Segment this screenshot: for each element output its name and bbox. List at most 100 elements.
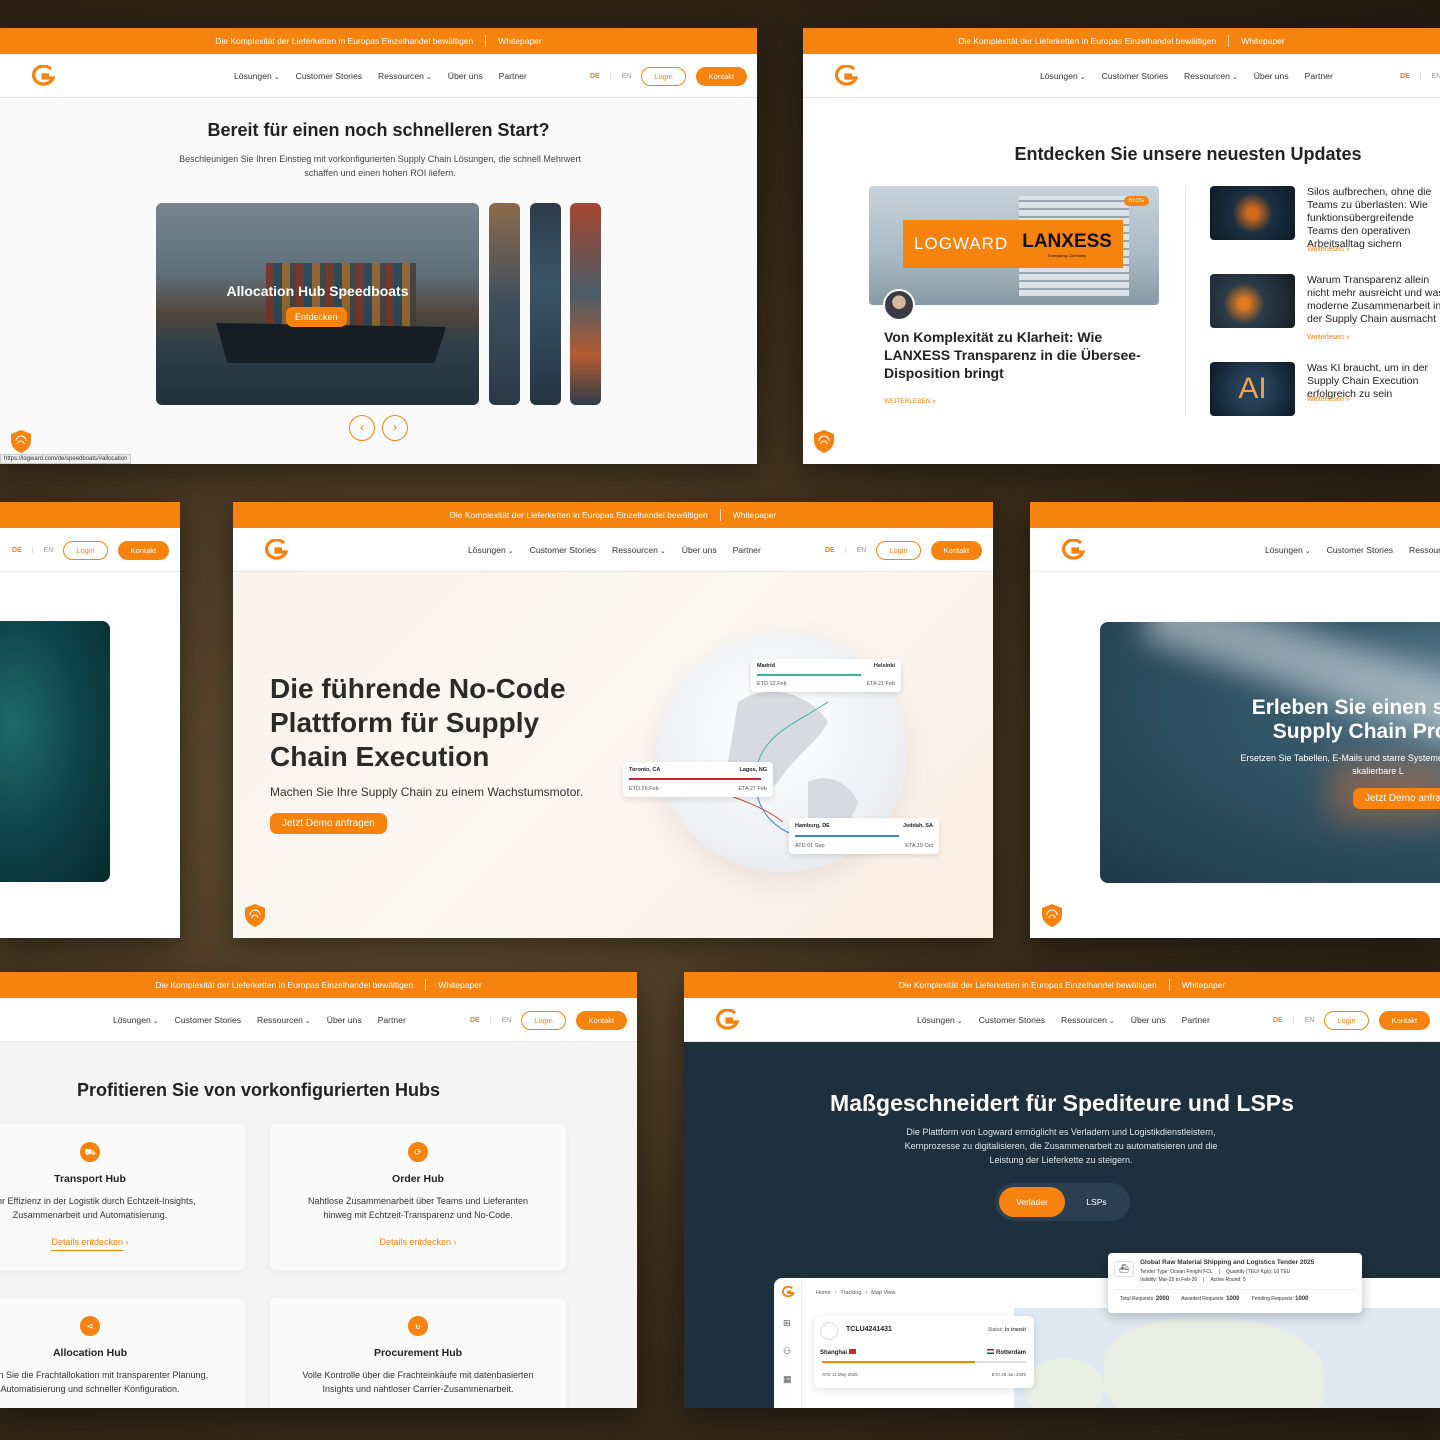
lang-en[interactable]: EN: [1305, 1017, 1315, 1024]
lang-de[interactable]: DE: [1273, 1017, 1283, 1024]
login-button[interactable]: Login: [876, 540, 921, 560]
article-read-more[interactable]: Weiterlesen »: [1307, 396, 1350, 403]
tender-card[interactable]: ⛴ Global Raw Material Shipping and Logis…: [1108, 1253, 1362, 1313]
route-card[interactable]: Toronto, CA Lagos, NG ETD 26 Feb ETA 27 …: [623, 762, 773, 797]
kontakt-button[interactable]: Kontakt: [695, 66, 748, 86]
lang-de[interactable]: DE: [590, 73, 600, 80]
login-button[interactable]: Login: [1324, 1010, 1369, 1030]
hub-card-procurement[interactable]: ⊌ Procurement Hub Volle Kontrolle über d…: [270, 1298, 566, 1408]
kontakt-button[interactable]: Kontakt: [575, 1010, 628, 1030]
feature-title[interactable]: Von Komplexität zu Klarheit: Wie LANXESS…: [884, 328, 1154, 382]
nav-partner[interactable]: Partner: [1305, 71, 1333, 81]
article-item[interactable]: Warum Transparenz allein nicht mehr ausr…: [1210, 274, 1440, 354]
whitepaper-link[interactable]: Whitepaper: [1241, 36, 1284, 46]
user-icon[interactable]: ⚇: [783, 1346, 791, 1357]
lang-de[interactable]: DE: [12, 547, 22, 554]
login-button[interactable]: Login: [63, 540, 108, 560]
logward-logo-icon[interactable]: [1060, 539, 1086, 561]
nav-ueber[interactable]: Über uns: [327, 1015, 362, 1025]
whitepaper-link[interactable]: Whitepaper: [733, 510, 776, 520]
promo-text[interactable]: Die Komplexität der Lieferketten in Euro…: [899, 980, 1157, 990]
nav-partner[interactable]: Partner: [499, 71, 527, 81]
article-item[interactable]: AI Was KI braucht, um in der Supply Chai…: [1210, 362, 1440, 422]
nav-stories[interactable]: Customer Stories: [296, 71, 362, 81]
nav-ressourcen[interactable]: Ressourcen ⌄: [378, 71, 432, 81]
nav-stories[interactable]: Customer Stories: [175, 1015, 241, 1025]
lang-de[interactable]: DE: [825, 547, 835, 554]
nav-loesungen[interactable]: Lösungen ⌄: [1040, 71, 1086, 81]
feature-read-more[interactable]: WEITERLESEN »: [884, 398, 936, 405]
promo-text[interactable]: Die Komplexität der Lieferketten in Euro…: [450, 510, 708, 520]
whitepaper-link[interactable]: Whitepaper: [438, 980, 481, 990]
lang-en[interactable]: EN: [44, 547, 54, 554]
nav-partner[interactable]: Partner: [733, 545, 761, 555]
kontakt-button[interactable]: Kontakt: [1378, 1010, 1431, 1030]
grid-icon[interactable]: ⊞: [783, 1318, 791, 1329]
lang-de[interactable]: DE: [470, 1017, 480, 1024]
slide-thumb-1[interactable]: [489, 203, 520, 405]
nav-loesungen[interactable]: Lösungen ⌄: [113, 1015, 159, 1025]
nav-ressourcen[interactable]: Ressourcen ⌄: [257, 1015, 311, 1025]
nav-stories[interactable]: Customer Stories: [1327, 545, 1393, 555]
calendar-icon[interactable]: ▦: [783, 1374, 792, 1385]
nav-ressourcen[interactable]: Ressourcen ⌄: [1061, 1015, 1115, 1025]
shield-fingerprint-icon[interactable]: [1039, 902, 1065, 928]
nav-loesungen[interactable]: Lösungen ⌄: [917, 1015, 963, 1025]
hero-demo-button[interactable]: Jetzt Demo anfragen: [1353, 788, 1440, 809]
nav-ueber[interactable]: Über uns: [1254, 71, 1289, 81]
hub-details-link[interactable]: Details entdecken ›: [0, 1237, 245, 1251]
login-button[interactable]: Login: [521, 1010, 566, 1030]
logward-logo-icon[interactable]: [714, 1009, 740, 1031]
nav-partner[interactable]: Partner: [378, 1015, 406, 1025]
nav-partner[interactable]: Partner: [1182, 1015, 1210, 1025]
shield-fingerprint-icon[interactable]: [8, 428, 34, 454]
nav-ressourcen[interactable]: Ressourcen ⌄: [612, 545, 666, 555]
logward-logo-icon[interactable]: [833, 65, 859, 87]
lang-en[interactable]: EN: [622, 73, 632, 80]
nav-ressourcen[interactable]: Ressourcen: [1409, 545, 1440, 555]
slide-explore-button[interactable]: Entdecken: [286, 307, 347, 327]
nav-loesungen[interactable]: Lösungen ⌄: [1265, 545, 1311, 555]
logward-logo-icon[interactable]: [263, 539, 289, 561]
article-read-more[interactable]: Weiterlesen »: [1307, 334, 1350, 341]
logward-logo-icon[interactable]: [30, 65, 56, 87]
shipment-card[interactable]: TCLU4241431 Status: In transit Shanghai …: [814, 1316, 1034, 1388]
carousel-prev-button[interactable]: ‹: [349, 415, 375, 441]
kontakt-button[interactable]: Kontakt: [930, 540, 983, 560]
nav-loesungen[interactable]: Lösungen ⌄: [468, 545, 514, 555]
route-card[interactable]: Hamburg, DE Jeddah, SA ATD 01 Sep ETA 19…: [789, 818, 939, 854]
nav-ueber[interactable]: Über uns: [682, 545, 717, 555]
shield-fingerprint-icon[interactable]: [242, 902, 268, 928]
route-card[interactable]: Madrid Helsinki ETD 12 Feb ETA 21 Feb: [751, 659, 901, 692]
slide-thumb-2[interactable]: [530, 203, 561, 405]
toggle-verlader[interactable]: Verlader: [999, 1187, 1065, 1217]
lang-en[interactable]: EN: [1432, 73, 1440, 80]
nav-stories[interactable]: Customer Stories: [979, 1015, 1045, 1025]
article-item[interactable]: Silos aufbrechen, ohne die Teams zu über…: [1210, 186, 1440, 266]
nav-ressourcen[interactable]: Ressourcen ⌄: [1184, 71, 1238, 81]
carousel-next-button[interactable]: ›: [382, 415, 408, 441]
nav-loesungen[interactable]: Lösungen ⌄: [234, 71, 280, 81]
lang-en[interactable]: EN: [857, 547, 867, 554]
promo-text[interactable]: Die Komplexität der Lieferketten in Euro…: [958, 36, 1216, 46]
lang-en[interactable]: EN: [502, 1017, 512, 1024]
promo-text[interactable]: Die Komplexität der Lieferketten in Euro…: [215, 36, 473, 46]
lang-de[interactable]: DE: [1400, 73, 1410, 80]
nav-stories[interactable]: Customer Stories: [530, 545, 596, 555]
map-view[interactable]: [1014, 1308, 1440, 1408]
slide-thumb-3[interactable]: [570, 203, 601, 405]
slide-main[interactable]: Allocation Hub Speedboats Entdecken: [156, 203, 479, 405]
nav-ueber[interactable]: Über uns: [448, 71, 483, 81]
hub-card-allocation[interactable]: ⋖ Allocation Hub Steuern Sie die Frachta…: [0, 1298, 245, 1408]
hero-demo-button[interactable]: Jetzt Demo anfragen: [270, 813, 387, 834]
whitepaper-link[interactable]: Whitepaper: [1182, 980, 1225, 990]
hub-card-order[interactable]: ⟳ Order Hub Nahtlose Zusammenarbeit über…: [270, 1124, 566, 1270]
login-button[interactable]: Login: [641, 66, 686, 86]
whitepaper-link[interactable]: Whitepaper: [498, 36, 541, 46]
hub-details-link[interactable]: Details entdecken ›: [270, 1237, 566, 1247]
nav-ueber[interactable]: Über uns: [1131, 1015, 1166, 1025]
kontakt-button[interactable]: Kontakt: [117, 540, 170, 560]
feature-article[interactable]: LOGWARD LANXESS Energizing Chemistry BLO…: [869, 186, 1159, 416]
promo-text[interactable]: Die Komplexität der Lieferketten in Euro…: [155, 980, 413, 990]
hub-card-transport[interactable]: ⛟ Transport Hub Mehr Effizienz in der Lo…: [0, 1124, 245, 1270]
